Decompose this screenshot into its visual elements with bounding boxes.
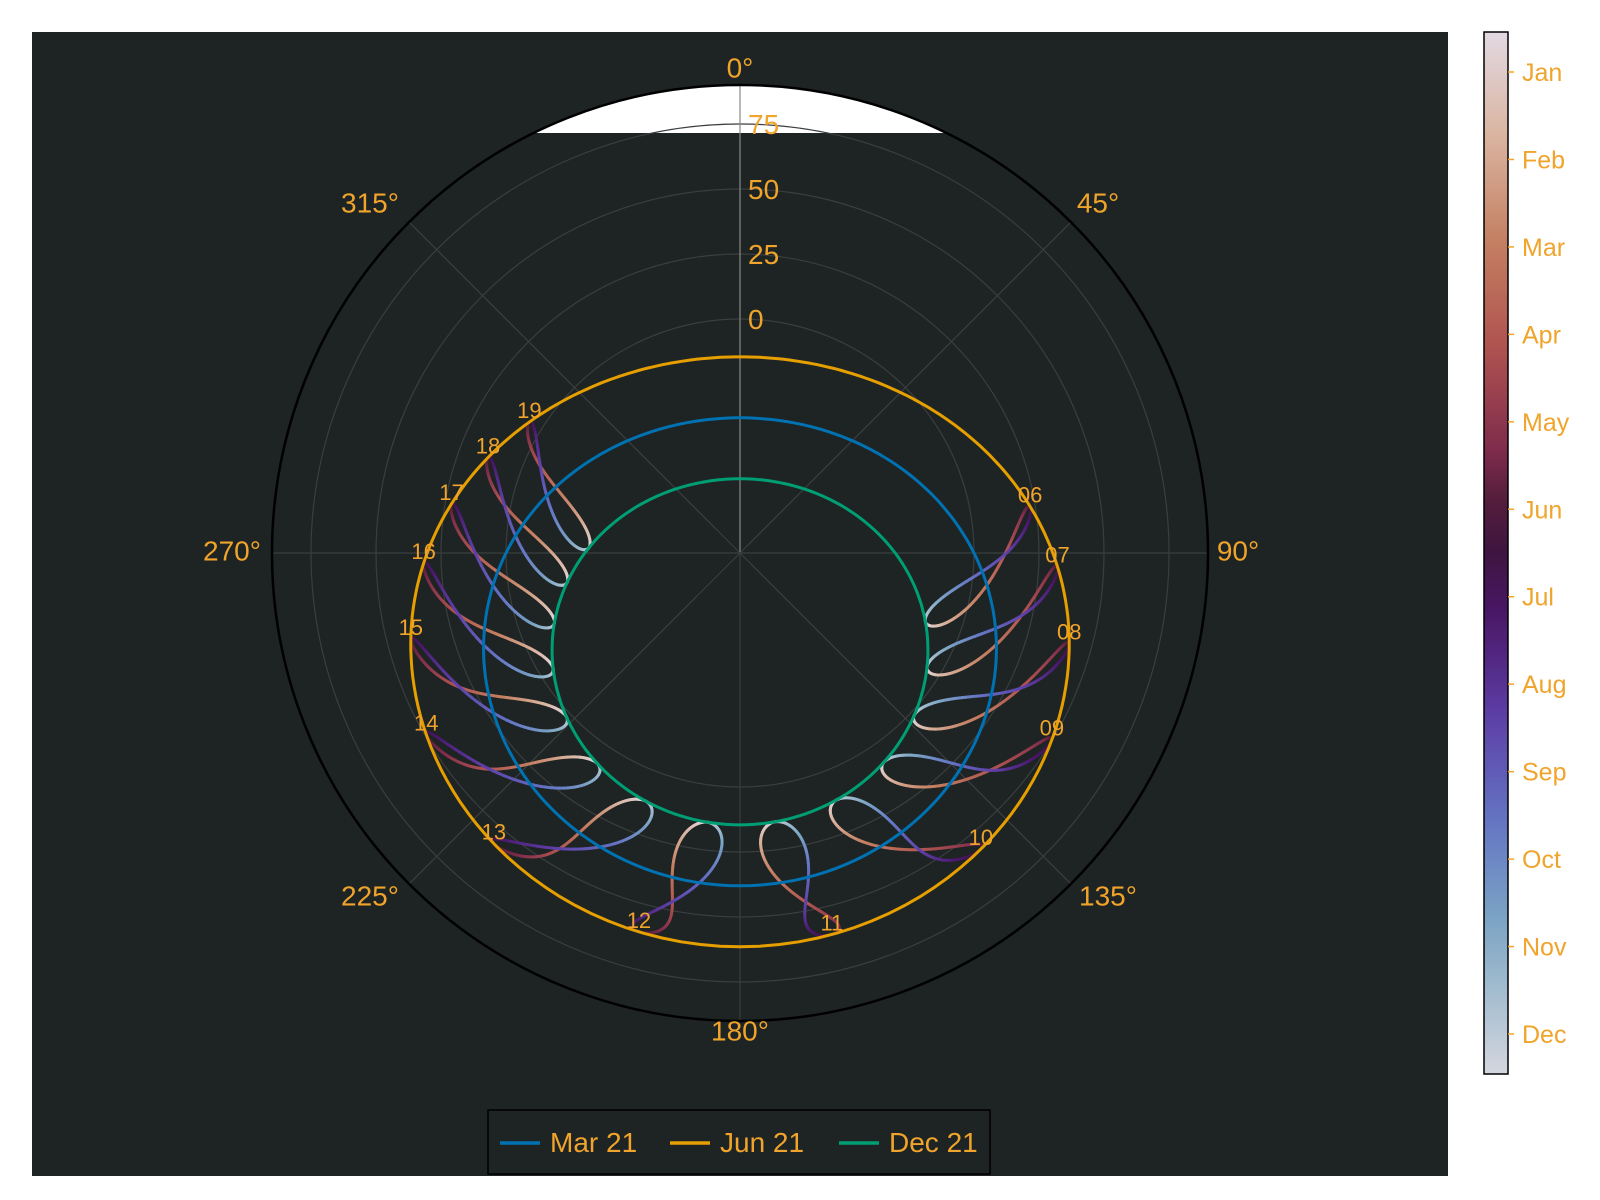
colorbar-tick-label: Mar — [1522, 234, 1565, 262]
colorbar: Jan Feb Mar Apr May Jun Jul Aug Sep Oct Nov Dec — [1483, 31, 1570, 1075]
hour-label: 14 — [414, 710, 438, 735]
legend-label: Dec 21 — [889, 1127, 978, 1158]
theta-tick-label: 45° — [1077, 187, 1119, 218]
hour-label: 15 — [399, 615, 423, 640]
hour-label: 11 — [820, 910, 843, 935]
hour-label: 06 — [1018, 482, 1042, 507]
r-tick-label: 50 — [748, 174, 779, 205]
colorbar-tick-label: Jul — [1522, 584, 1554, 612]
hour-label: 13 — [482, 820, 506, 845]
r-tick-label: 0 — [748, 304, 764, 335]
r-tick-label: 75 — [748, 109, 779, 140]
colorbar-tick-label: May — [1522, 409, 1570, 437]
colorbar-tick-label: Oct — [1522, 846, 1561, 874]
colorbar-tick-label: Jun — [1522, 496, 1562, 524]
theta-tick-label: 90° — [1217, 535, 1259, 566]
hour-label: 07 — [1045, 543, 1069, 568]
hour-label: 09 — [1040, 716, 1064, 741]
hour-label: 17 — [439, 480, 463, 505]
colorbar-gradient — [1483, 31, 1509, 1075]
hour-label: 19 — [517, 398, 541, 423]
theta-tick-label: 270° — [203, 535, 261, 566]
colorbar-tick-label: Sep — [1522, 759, 1566, 787]
theta-tick-label: 180° — [711, 1015, 769, 1046]
r-tick-label: 25 — [748, 239, 779, 270]
theta-tick-label: 0° — [727, 52, 754, 83]
legend-label: Mar 21 — [550, 1127, 637, 1158]
theta-tick-label: 135° — [1079, 880, 1137, 911]
legend: Mar 21 Jun 21 Dec 21 — [487, 1109, 991, 1175]
hour-label: 16 — [411, 539, 435, 564]
sun-path-chart: 06 07 08 09 10 11 12 13 14 15 16 17 18 19 0° 45° 90° 135… — [32, 31, 1570, 1176]
colorbar-tick-label: Jan — [1522, 59, 1562, 87]
hour-label: 10 — [969, 825, 993, 850]
hour-label: 18 — [476, 434, 500, 459]
hour-label: 08 — [1057, 619, 1081, 644]
colorbar-tick-label: Aug — [1522, 671, 1566, 699]
theta-tick-label: 225° — [341, 880, 399, 911]
colorbar-tick-label: Feb — [1522, 146, 1565, 174]
colorbar-tick-label: Dec — [1522, 1021, 1566, 1049]
hour-label: 12 — [627, 908, 651, 933]
colorbar-tick-label: Apr — [1522, 321, 1561, 349]
colorbar-tick-label: Nov — [1522, 934, 1567, 962]
legend-label: Jun 21 — [720, 1127, 804, 1158]
theta-tick-label: 315° — [341, 187, 399, 218]
